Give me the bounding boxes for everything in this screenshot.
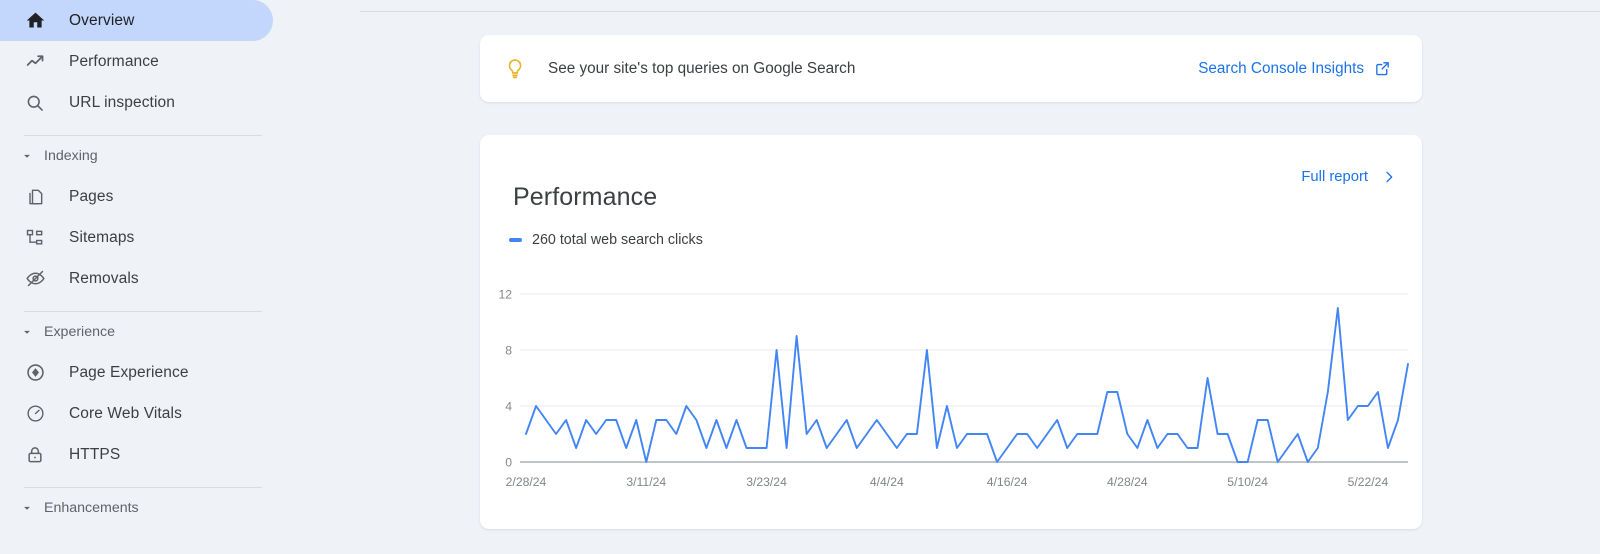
lightbulb-icon xyxy=(503,57,527,81)
sidebar-item-label: Page Experience xyxy=(69,363,189,381)
search-console-insights-link[interactable]: Search Console Insights xyxy=(1198,60,1391,78)
lock-icon xyxy=(24,444,46,466)
header-divider xyxy=(360,11,1600,12)
performance-card: Performance Full report 260 total web se… xyxy=(480,135,1422,529)
insights-link-label: Search Console Insights xyxy=(1198,59,1364,77)
chevron-right-icon xyxy=(1381,169,1397,185)
sidebar-item-core-web-vitals[interactable]: Core Web Vitals xyxy=(0,393,273,434)
sidebar-group-label: Indexing xyxy=(44,148,98,164)
y-axis-tick-label: 4 xyxy=(505,399,512,413)
speedometer-icon xyxy=(24,403,46,425)
full-report-label: Full report xyxy=(1301,169,1368,185)
y-axis-tick-label: 0 xyxy=(505,455,512,469)
chevron-down-icon xyxy=(18,499,36,517)
home-icon xyxy=(24,10,46,32)
search-console-insights-banner: See your site's top queries on Google Se… xyxy=(480,35,1422,102)
y-axis-tick-label: 12 xyxy=(498,287,512,301)
sidebar-group-enhancements[interactable]: Enhancements xyxy=(0,488,290,528)
search-console-page: Overview Performance URL inspection Inde… xyxy=(0,0,1600,554)
legend-swatch xyxy=(509,238,522,242)
sidebar-group-label: Experience xyxy=(44,324,115,340)
page-experience-icon xyxy=(24,362,46,384)
chart-line-series xyxy=(525,307,1409,463)
y-axis-tick-label: 8 xyxy=(505,343,512,357)
chart-x-axis-labels: 2/28/24 3/11/24 3/23/24 4/4/24 4/16/24 4/28/2… xyxy=(506,475,1389,489)
chevron-down-icon xyxy=(18,147,36,165)
sidebar-item-pages[interactable]: Pages xyxy=(0,176,273,217)
sidebar-item-label: Overview xyxy=(69,11,135,29)
performance-card-title: Performance xyxy=(513,182,658,211)
sidebar-item-label: Removals xyxy=(69,269,139,287)
sidebar-item-label: URL inspection xyxy=(69,93,175,111)
main-content: See your site's top queries on Google Se… xyxy=(290,0,1600,554)
x-axis-tick-label: 4/28/24 xyxy=(1107,475,1148,489)
sidebar-item-label: Core Web Vitals xyxy=(69,404,182,422)
x-axis-tick-label: 4/4/24 xyxy=(870,475,904,489)
sidebar-group-label: Enhancements xyxy=(44,500,139,516)
x-axis-tick-label: 2/28/24 xyxy=(506,475,547,489)
full-report-link[interactable]: Full report xyxy=(1301,169,1397,185)
sitemap-icon xyxy=(24,227,46,249)
sidebar: Overview Performance URL inspection Inde… xyxy=(0,0,290,554)
sidebar-item-label: Pages xyxy=(69,187,114,205)
sidebar-item-url-inspection[interactable]: URL inspection xyxy=(0,82,273,123)
sidebar-item-performance[interactable]: Performance xyxy=(0,41,273,82)
sidebar-item-label: Sitemaps xyxy=(69,228,135,246)
pages-icon xyxy=(24,186,46,208)
x-axis-tick-label: 4/16/24 xyxy=(987,475,1028,489)
sidebar-group-indexing[interactable]: Indexing xyxy=(0,136,290,176)
sidebar-item-label: Performance xyxy=(69,52,159,70)
trending-up-icon xyxy=(24,51,46,73)
sidebar-item-removals[interactable]: Removals xyxy=(0,258,273,299)
sidebar-item-sitemaps[interactable]: Sitemaps xyxy=(0,217,273,258)
x-axis-tick-label: 3/11/24 xyxy=(626,475,666,489)
search-icon xyxy=(24,92,46,114)
x-axis-tick-label: 5/22/24 xyxy=(1348,475,1389,489)
chart-y-axis-labels: 0 4 8 12 xyxy=(498,287,512,469)
sidebar-item-label: HTTPS xyxy=(69,445,121,463)
chart-svg: 0 4 8 12 2/28/24 3/11/24 3/23/24 4/4/24 4/16/24… xyxy=(498,287,1409,489)
chart-legend[interactable]: 260 total web search clicks xyxy=(509,232,703,248)
x-axis-tick-label: 3/23/24 xyxy=(746,475,787,489)
sidebar-item-overview[interactable]: Overview xyxy=(0,0,273,41)
x-axis-tick-label: 5/10/24 xyxy=(1227,475,1268,489)
external-link-icon xyxy=(1374,60,1391,77)
sidebar-group-experience[interactable]: Experience xyxy=(0,312,290,352)
eye-off-icon xyxy=(24,268,46,290)
chevron-down-icon xyxy=(18,323,36,341)
performance-chart[interactable]: 0 4 8 12 2/28/24 3/11/24 3/23/24 4/4/24 4/16/24… xyxy=(480,263,1422,493)
sidebar-item-https[interactable]: HTTPS xyxy=(0,434,273,475)
banner-text: See your site's top queries on Google Se… xyxy=(548,59,856,77)
sidebar-item-page-experience[interactable]: Page Experience xyxy=(0,352,273,393)
legend-label: 260 total web search clicks xyxy=(532,232,703,248)
